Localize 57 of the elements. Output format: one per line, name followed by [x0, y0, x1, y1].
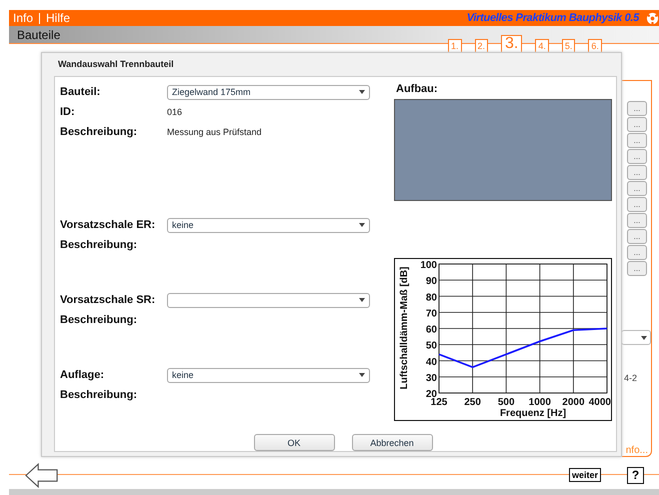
dropdown[interactable]: keine: [167, 218, 370, 232]
more-button[interactable]: ...: [627, 165, 647, 180]
dropdown[interactable]: Ziegelwand 175mm: [167, 84, 370, 100]
x-axis-title: Frequenz [Hz]: [500, 408, 566, 419]
more-button[interactable]: ...: [627, 213, 647, 228]
field-label: Vorsatzschale SR:: [60, 294, 156, 306]
field-label: Vorsatzschale ER:: [60, 219, 156, 231]
y-axis-title: Luftschalldämm-Maß [dB]: [399, 266, 410, 390]
cancel-button[interactable]: Abbrechen: [352, 434, 432, 451]
next-button[interactable]: weiter: [568, 468, 601, 482]
more-button[interactable]: ...: [627, 245, 647, 260]
x-tick-label: 4000: [588, 397, 611, 408]
caret-icon: [641, 336, 647, 340]
caret-icon: [359, 90, 365, 94]
dropdown[interactable]: keine: [167, 368, 370, 382]
field-label: Aufbau:: [396, 83, 439, 95]
more-button[interactable]: ...: [627, 181, 647, 196]
field-label: Beschreibung:: [60, 389, 138, 401]
help-button[interactable]: ?: [627, 466, 644, 484]
dropdown[interactable]: [621, 330, 651, 345]
field-label: Beschreibung:: [60, 239, 138, 251]
more-button[interactable]: ...: [627, 197, 647, 212]
dialog-title: Wandauswahl Trennbauteil: [57, 58, 175, 71]
caret-icon: [359, 298, 365, 302]
x-tick-label: 1000: [528, 397, 551, 408]
code-text: 4-2: [624, 373, 637, 383]
section-title: Bauteile: [17, 28, 60, 42]
more-button[interactable]: ...: [627, 261, 647, 276]
more-button[interactable]: ...: [627, 133, 647, 148]
y-tick-label: 70: [426, 308, 437, 320]
more-button[interactable]: ...: [627, 101, 647, 116]
y-tick-label: 50: [426, 340, 437, 352]
more-button[interactable]: ...: [627, 117, 647, 132]
ok-button[interactable]: OK: [254, 434, 334, 451]
field-label: ID:: [60, 106, 76, 118]
caret-icon: [359, 223, 365, 227]
field-label: Auflage:: [60, 369, 105, 381]
x-tick-label: 250: [464, 397, 481, 408]
x-tick-label: 125: [430, 397, 448, 408]
y-tick-label: 60: [426, 324, 437, 336]
x-tick-label: 500: [498, 397, 515, 408]
field-label: Beschreibung:: [60, 126, 138, 138]
y-tick-label: 40: [426, 356, 437, 368]
y-tick-label: 100: [420, 260, 437, 271]
y-tick-label: 90: [426, 276, 437, 288]
y-tick-label: 80: [426, 292, 437, 304]
id-value: 016: [167, 107, 182, 117]
app-title: Virtuelles Praktikum Bauphysik 0.5: [466, 12, 639, 24]
description-text: Messung aus Prüfstand: [167, 127, 262, 137]
field-label: Bauteil:: [60, 86, 102, 98]
more-button[interactable]: ...: [627, 229, 647, 244]
y-tick-label: 30: [426, 372, 437, 384]
field-label: Beschreibung:: [60, 314, 138, 326]
caret-icon: [359, 373, 365, 377]
x-tick-label: 2000: [562, 397, 585, 408]
more-button[interactable]: ...: [627, 149, 647, 164]
back-arrow-icon[interactable]: [25, 462, 59, 488]
